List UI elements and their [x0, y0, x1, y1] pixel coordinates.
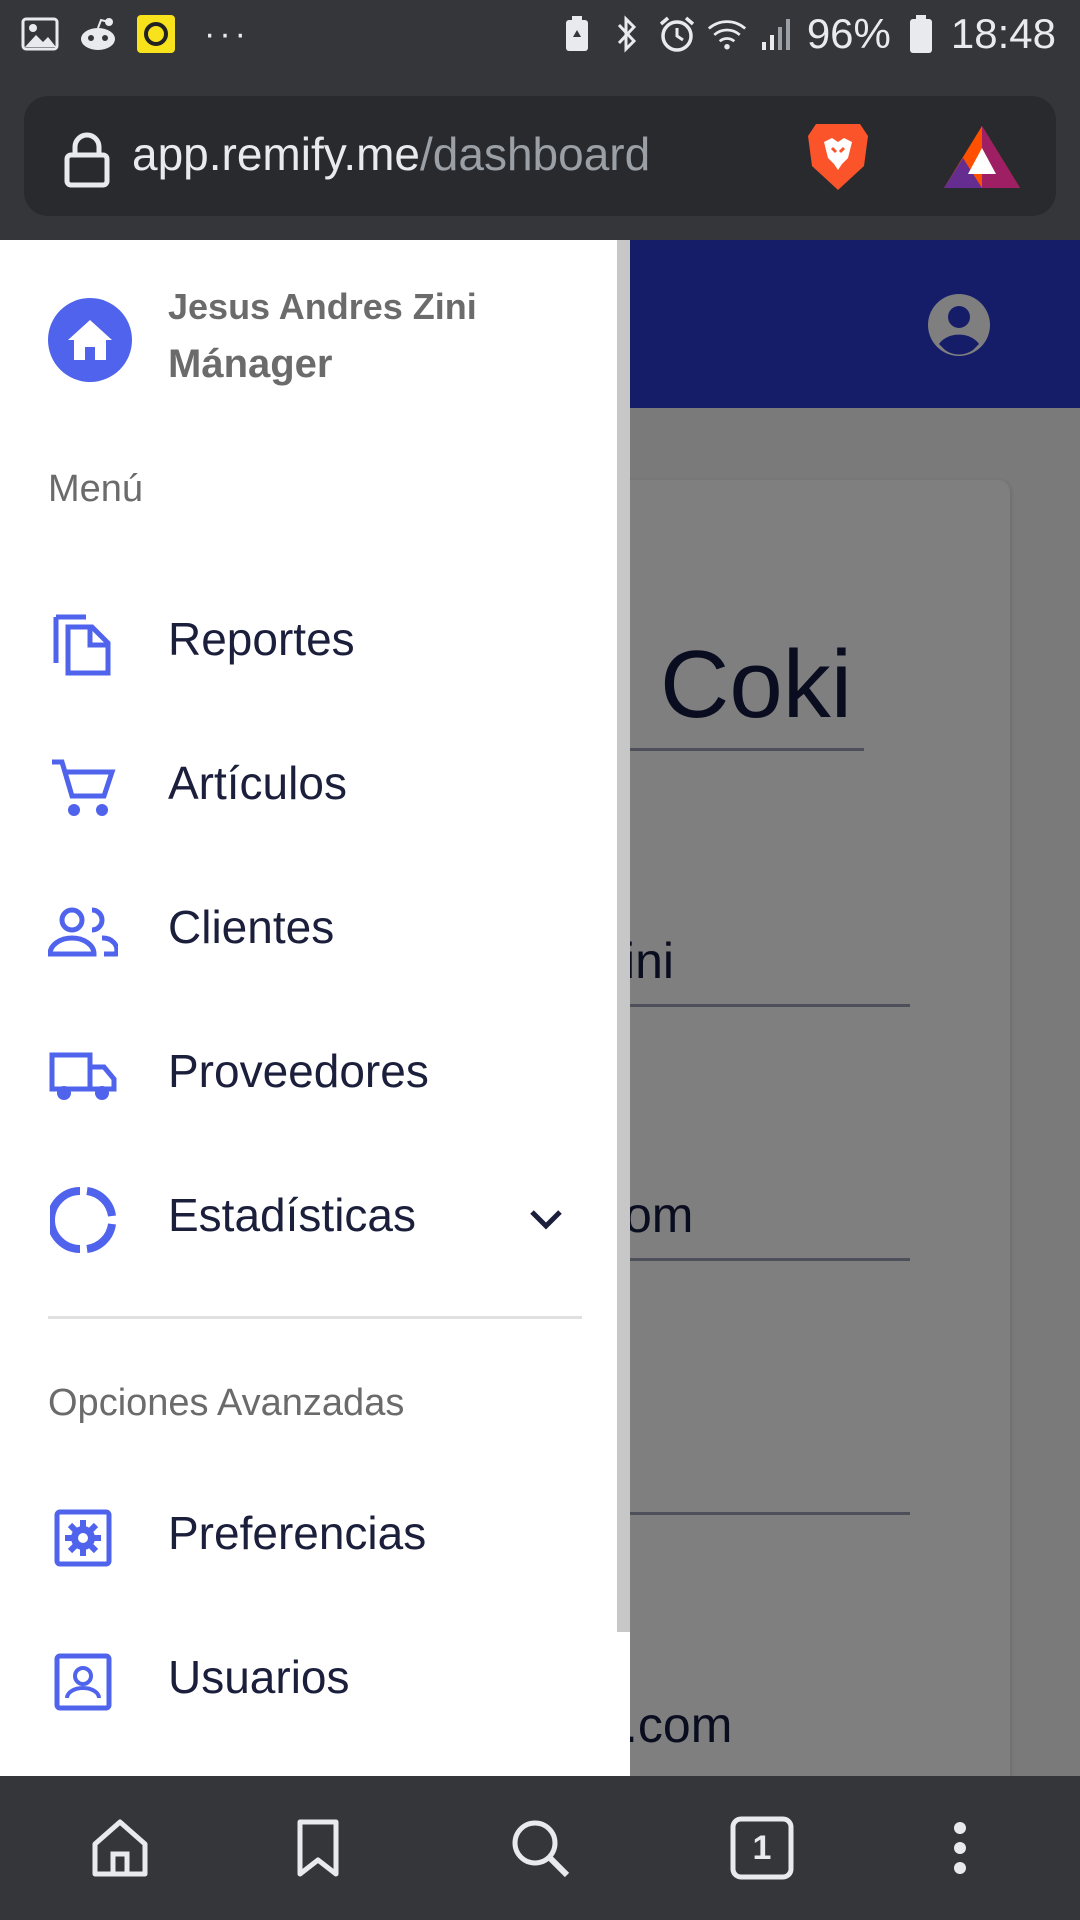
- tabs-button[interactable]: 1: [726, 1812, 798, 1884]
- donut-chart-icon: [48, 1185, 118, 1255]
- brave-shields-icon[interactable]: [802, 118, 874, 194]
- search-button[interactable]: [504, 1812, 576, 1884]
- navigation-drawer: Jesus Andres Zini Mánager Menú Reportes …: [0, 240, 630, 1776]
- system-status: 96% 18:48: [557, 10, 1056, 58]
- bookmark-icon: [297, 1819, 339, 1877]
- menu-button[interactable]: [924, 1812, 996, 1884]
- user-role: Mánager: [168, 342, 333, 386]
- home-icon: [68, 320, 112, 360]
- settings-box-icon: [48, 1503, 118, 1573]
- menu-item-label: Artículos: [168, 757, 347, 809]
- truck-icon: [48, 1041, 118, 1111]
- gallery-icon: [20, 14, 60, 54]
- clock: 18:48: [950, 10, 1056, 57]
- alarm-icon: [657, 14, 697, 54]
- url-text[interactable]: app.remify.me/dashboard: [132, 124, 650, 184]
- battery-saver-icon: [557, 14, 597, 54]
- yellow-app-icon: [136, 14, 176, 54]
- wifi-icon: [707, 14, 747, 54]
- drawer-divider: [48, 1316, 582, 1319]
- menu-item-label: Proveedores: [168, 1045, 429, 1097]
- battery-icon: [901, 14, 941, 54]
- lock-icon[interactable]: [60, 130, 114, 188]
- menu-item-preferencias[interactable]: Preferencias: [0, 1476, 600, 1586]
- menu-item-label: Usuarios: [168, 1651, 350, 1703]
- people-icon: [48, 897, 118, 967]
- menu-item-articulos[interactable]: Artículos: [0, 726, 600, 836]
- notification-icons: ···: [20, 14, 250, 54]
- menu-section-title: Menú: [48, 468, 144, 510]
- more-vert-icon: [954, 1822, 966, 1874]
- bluetooth-icon: [607, 14, 647, 54]
- home-button[interactable]: [84, 1812, 156, 1884]
- user-name: Jesus Andres Zini: [168, 286, 477, 327]
- home-icon: [92, 1819, 148, 1877]
- url-domain: app.remify.me: [132, 128, 421, 180]
- browser-bottom-nav: 1: [0, 1776, 1080, 1920]
- menu-item-usuarios[interactable]: Usuarios: [0, 1620, 600, 1730]
- drawer-scrollbar[interactable]: [617, 240, 630, 1632]
- menu-item-label: Clientes: [168, 901, 335, 953]
- more-notifications: ···: [204, 14, 250, 53]
- search-icon: [512, 1820, 570, 1878]
- brave-rewards-icon[interactable]: [942, 124, 1022, 190]
- menu-item-label: Reportes: [168, 613, 355, 665]
- menu-item-clientes[interactable]: Clientes: [0, 870, 600, 980]
- battery-percent: 96%: [806, 10, 891, 57]
- cart-icon: [48, 753, 118, 823]
- bookmark-button[interactable]: [282, 1812, 354, 1884]
- url-path: /dashboard: [420, 128, 651, 180]
- status-bar: ··· 96% 18:48: [0, 0, 1080, 76]
- address-bar[interactable]: app.remify.me/dashboard: [24, 96, 1056, 216]
- advanced-section-title: Opciones Avanzadas: [48, 1382, 405, 1424]
- file-copy-icon: [48, 609, 118, 679]
- tab-count: 1: [752, 1828, 772, 1867]
- contact-card-icon: [48, 1647, 118, 1717]
- menu-item-label: Preferencias: [168, 1507, 427, 1559]
- reddit-icon: [78, 14, 118, 54]
- menu-item-proveedores[interactable]: Proveedores: [0, 1014, 600, 1124]
- browser-toolbar: app.remify.me/dashboard: [0, 76, 1080, 240]
- signal-icon: [757, 14, 797, 54]
- chevron-down-icon[interactable]: [522, 1196, 570, 1244]
- menu-item-label: Estadísticas: [168, 1189, 416, 1241]
- menu-item-estadisticas[interactable]: Estadísticas: [0, 1158, 600, 1268]
- user-avatar: [48, 298, 132, 382]
- menu-item-reportes[interactable]: Reportes: [0, 582, 600, 692]
